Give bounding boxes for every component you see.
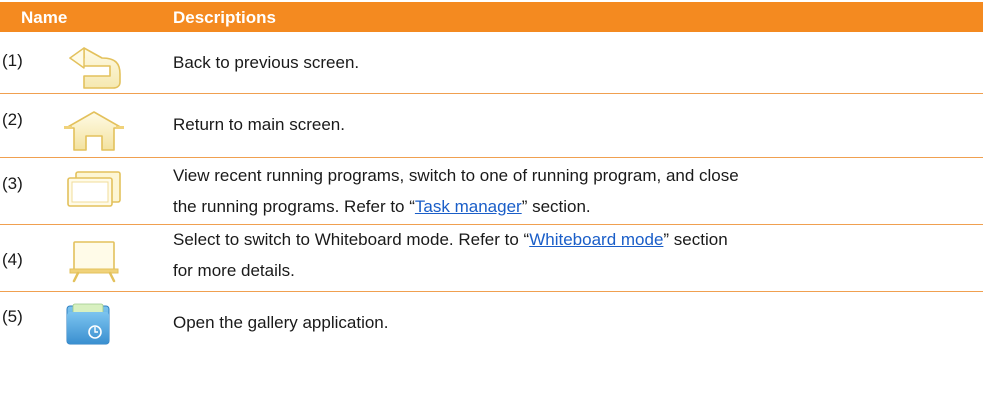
row-number: (3)	[2, 174, 23, 193]
whiteboard-mode-link[interactable]: Whiteboard mode	[529, 230, 663, 249]
row-number: (4)	[2, 250, 23, 269]
back-arrow-icon	[62, 42, 126, 97]
row-description: Return to main screen.	[173, 115, 345, 134]
row-description-line2: for more details.	[173, 261, 295, 280]
row-description-line1: View recent running programs, switch to …	[173, 166, 739, 185]
descriptions-table: Name Descriptions (1) Back to previous s…	[0, 0, 983, 395]
row-description-line1: Select to switch to Whiteboard mode. Ref…	[173, 230, 728, 249]
header-name: Name	[21, 8, 68, 27]
table-row: (4) Select to switch to Whiteboard mode.…	[0, 225, 983, 292]
row-number: (2)	[2, 110, 23, 129]
gallery-icon	[64, 302, 124, 353]
recent-apps-icon	[62, 168, 126, 213]
whiteboard-icon	[62, 239, 126, 288]
home-icon	[62, 108, 126, 157]
table-row: (1) Back to previous screen.	[0, 32, 983, 94]
row-number: (1)	[2, 51, 23, 70]
row-description: Open the gallery application.	[173, 313, 389, 332]
row-description-line2: the running programs. Refer to “Task man…	[173, 197, 591, 216]
header-descriptions: Descriptions	[173, 8, 276, 27]
task-manager-link[interactable]: Task manager	[415, 197, 522, 216]
table-row: (2) Return to main screen.	[0, 94, 983, 158]
table-row: (3) View recent running programs, switch…	[0, 158, 983, 225]
row-description: Back to previous screen.	[173, 53, 360, 72]
table-header: Name Descriptions	[0, 2, 983, 32]
row-number: (5)	[2, 307, 23, 326]
table-row: (5) Open the gallery application.	[0, 292, 983, 356]
